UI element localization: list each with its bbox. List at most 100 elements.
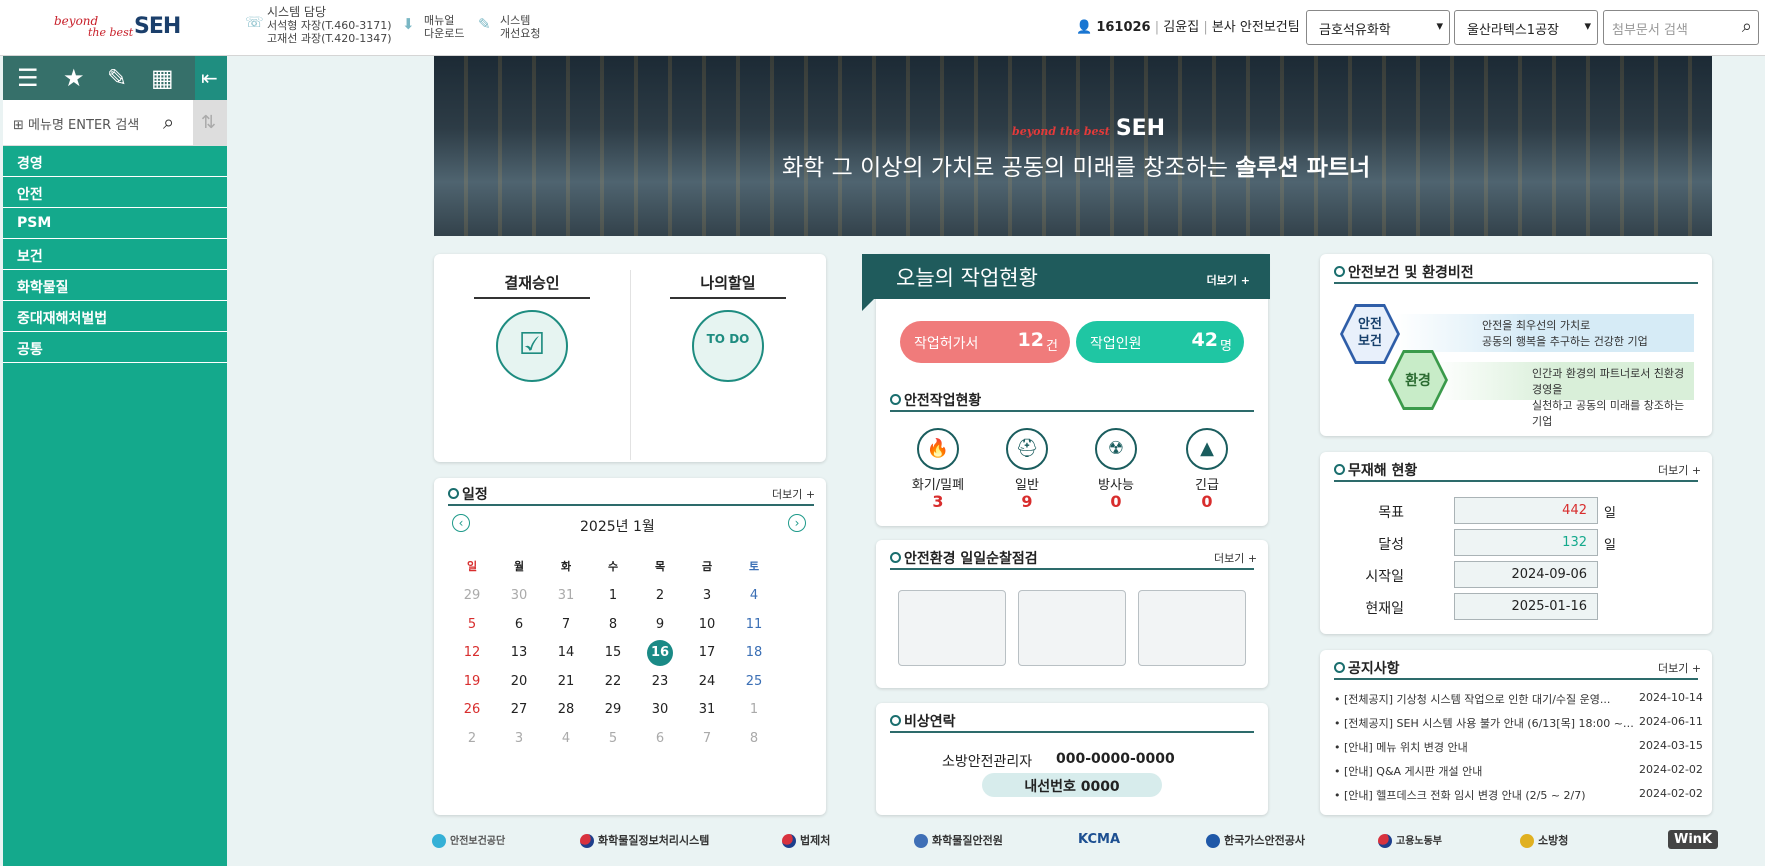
calendar-day[interactable]: 3: [501, 731, 537, 746]
radiation-icon[interactable]: ☢: [1095, 428, 1137, 470]
calendar-day[interactable]: 30: [642, 702, 678, 717]
todo-calendar-icon[interactable]: TO DO: [692, 310, 764, 382]
notice-item[interactable]: • [안내] Q&A 게시판 개설 안내: [1334, 763, 1634, 779]
calendar-day[interactable]: 2: [642, 588, 678, 603]
calendar-day[interactable]: 13: [501, 645, 537, 660]
search-icon[interactable]: ⌕: [1742, 16, 1752, 37]
partner-nfa[interactable]: 소방청: [1520, 832, 1568, 848]
calendar-day[interactable]: 18: [736, 645, 772, 660]
calendar-day[interactable]: 9: [642, 617, 678, 632]
partner-nics[interactable]: 화학물질안전원: [914, 832, 1003, 848]
calendar-day-today[interactable]: 16: [647, 640, 673, 666]
daily-check-more-link[interactable]: 더보기 +: [1214, 550, 1257, 566]
star-icon[interactable]: ★: [63, 64, 85, 92]
company-select[interactable]: 금호석유화학: [1306, 10, 1450, 45]
work-permit-pill[interactable]: 작업허가서 12 건: [900, 321, 1070, 363]
calendar-day[interactable]: 2: [454, 731, 490, 746]
cone-icon[interactable]: ▲: [1186, 428, 1228, 470]
sidebar-item-safety[interactable]: 안전: [3, 177, 227, 208]
menu-search-input[interactable]: ⊞ 메뉴명 ENTER 검색 ⌕ ⇅: [3, 100, 227, 146]
calendar-day[interactable]: 5: [454, 617, 490, 632]
calendar-day[interactable]: 14: [548, 645, 584, 660]
manual-download-button[interactable]: ⬇ 매뉴얼 다운로드: [402, 14, 464, 40]
calendar-day[interactable]: 7: [689, 731, 725, 746]
calendar-day[interactable]: 1: [736, 702, 772, 717]
notice-item[interactable]: • [안내] 헬프데스크 전화 임시 변경 안내 (2/5 ~ 2/7): [1334, 787, 1634, 803]
calendar-day[interactable]: 19: [454, 674, 490, 689]
sidebar-item-serious-accident-act[interactable]: 중대재해처벌법: [3, 301, 227, 332]
calendar-day[interactable]: 28: [548, 702, 584, 717]
partner-wink[interactable]: WinK: [1668, 830, 1719, 849]
sort-icon[interactable]: ⇅: [193, 100, 227, 146]
calendar-day[interactable]: 29: [595, 702, 631, 717]
helmet-icon[interactable]: ⛑: [1006, 428, 1048, 470]
notice-item[interactable]: • [안내] 메뉴 위치 변경 안내: [1334, 739, 1634, 755]
calendar-day[interactable]: 11: [736, 617, 772, 632]
partner-kosha[interactable]: 안전보건공단: [432, 832, 505, 848]
calendar-day[interactable]: 25: [736, 674, 772, 689]
notices-more-link[interactable]: 더보기 +: [1658, 660, 1701, 676]
calendar-day[interactable]: 4: [548, 731, 584, 746]
calendar-day[interactable]: 8: [595, 617, 631, 632]
sidebar-item-management[interactable]: 경영: [3, 146, 227, 177]
calendar-day[interactable]: 4: [736, 588, 772, 603]
calendar-day[interactable]: 12: [454, 645, 490, 660]
sidebar-item-common[interactable]: 공통: [3, 332, 227, 363]
notice-item[interactable]: • [전체공지] SEH 시스템 사용 불가 안내 (6/13[목] 18:00…: [1334, 715, 1634, 731]
calendar-day[interactable]: 5: [595, 731, 631, 746]
calendar-day[interactable]: 20: [501, 674, 537, 689]
calendar-day[interactable]: 24: [689, 674, 725, 689]
calendar-day[interactable]: 8: [736, 731, 772, 746]
prev-month-icon[interactable]: ‹: [452, 514, 470, 532]
calendar-day[interactable]: 17: [689, 645, 725, 660]
partner-kcma[interactable]: KCMA: [1078, 832, 1120, 847]
inspection-image[interactable]: [1018, 590, 1126, 666]
calendar-day[interactable]: 29: [454, 588, 490, 603]
notes-icon[interactable]: ✎: [107, 64, 127, 92]
attachment-search-input[interactable]: 첨부문서 검색 ⌕: [1603, 10, 1759, 45]
plant-select[interactable]: 울산라텍스1공장: [1454, 10, 1598, 45]
calendar-day[interactable]: 21: [548, 674, 584, 689]
calendar-todo-icon[interactable]: ▦: [151, 64, 174, 92]
calendar-day[interactable]: 15: [595, 645, 631, 660]
calendar-day[interactable]: 1: [595, 588, 631, 603]
system-improvement-button[interactable]: ✎ 시스템 개선요청: [478, 14, 540, 40]
next-month-icon[interactable]: ›: [788, 514, 806, 532]
menu-list-icon[interactable]: ☰: [17, 64, 39, 92]
todo-button[interactable]: 나의할일: [670, 272, 786, 299]
inspection-image[interactable]: [1138, 590, 1246, 666]
calendar-day[interactable]: 31: [548, 588, 584, 603]
sidebar-menu: 경영 안전 PSM 보건 화학물질 중대재해처벌법 공통: [3, 146, 227, 363]
calendar-day[interactable]: 6: [501, 617, 537, 632]
calendar-day[interactable]: 7: [548, 617, 584, 632]
calendar-day[interactable]: 27: [501, 702, 537, 717]
collapse-sidebar-icon[interactable]: ⇤: [195, 56, 227, 100]
partner-chemical-info[interactable]: 화학물질정보처리시스템: [580, 832, 709, 848]
calendar-day[interactable]: 6: [642, 731, 678, 746]
sidebar-item-chemicals[interactable]: 화학물질: [3, 270, 227, 301]
partner-kgs[interactable]: 한국가스안전공사: [1206, 832, 1305, 848]
calendar-more-link[interactable]: 더보기 +: [772, 486, 815, 502]
work-more-link[interactable]: 더보기 +: [1207, 272, 1250, 288]
calendar-day[interactable]: 10: [689, 617, 725, 632]
calendar-day[interactable]: 22: [595, 674, 631, 689]
approval-button[interactable]: 결재승인: [474, 272, 590, 299]
seh-logo[interactable]: beyond the best SEH: [54, 12, 184, 42]
calendar-day[interactable]: 30: [501, 588, 537, 603]
user-icon: 👤: [1076, 20, 1093, 35]
notice-item[interactable]: • [전체공지] 기상청 시스템 작업으로 인한 대기/수질 운영...: [1334, 691, 1634, 707]
sidebar-item-health[interactable]: 보건: [3, 239, 227, 270]
no-disaster-more-link[interactable]: 더보기 +: [1658, 462, 1701, 478]
partner-moleg[interactable]: 법제처: [782, 832, 830, 848]
inspection-image[interactable]: [898, 590, 1006, 666]
sidebar-item-psm[interactable]: PSM: [3, 208, 227, 239]
calendar-day[interactable]: 3: [689, 588, 725, 603]
fire-icon[interactable]: 🔥: [917, 428, 959, 470]
workers-pill[interactable]: 작업인원 42 명: [1076, 321, 1244, 363]
calendar-day[interactable]: 26: [454, 702, 490, 717]
approval-clipboard-icon[interactable]: ☑: [496, 310, 568, 382]
calendar-day[interactable]: 23: [642, 674, 678, 689]
search-icon[interactable]: ⌕: [163, 110, 174, 134]
partner-moel[interactable]: 고용노동부: [1378, 832, 1442, 848]
calendar-day[interactable]: 31: [689, 702, 725, 717]
